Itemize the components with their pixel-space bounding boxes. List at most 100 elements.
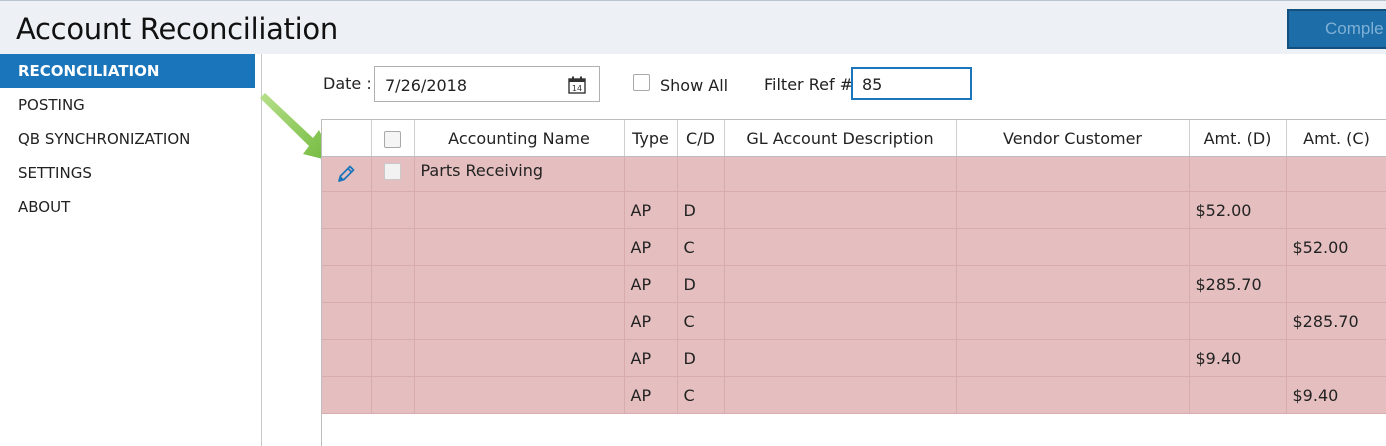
cd-cell: C [677, 302, 725, 340]
edit-cell [322, 376, 372, 414]
row-select-cell [371, 339, 415, 377]
column-header-gl-account-description[interactable]: GL Account Description [724, 120, 957, 157]
amt-c-cell [1286, 339, 1386, 377]
row-select-cell [371, 265, 415, 303]
accounting-name-cell [414, 302, 625, 340]
amt-d-cell: $285.70 [1189, 265, 1287, 303]
vendor-customer-cell [956, 376, 1190, 414]
vendor-customer-cell [956, 228, 1190, 266]
column-header-vendor-customer[interactable]: Vendor Customer [956, 120, 1190, 157]
row-select-cell [371, 156, 415, 192]
reconciliation-table: Accounting Name Type C/D GL Account Desc… [322, 120, 1386, 414]
accounting-name-cell [414, 228, 625, 266]
cd-cell: C [677, 228, 725, 266]
edit-cell [322, 302, 372, 340]
date-picker[interactable]: 7/26/2018 14 [374, 66, 600, 102]
show-all-checkbox[interactable] [633, 74, 650, 91]
column-header-amt-c[interactable]: Amt. (C) [1286, 120, 1386, 157]
table-row[interactable]: AP C $9.40 [322, 376, 1386, 414]
column-header-accounting-name[interactable]: Accounting Name [414, 120, 625, 157]
amt-d-cell [1189, 156, 1287, 192]
amt-c-cell [1286, 156, 1386, 192]
amt-c-cell: $285.70 [1286, 302, 1386, 340]
sidebar: RECONCILIATION POSTING QB SYNCHRONIZATIO… [0, 54, 262, 446]
edit-cell [322, 191, 372, 229]
reconciliation-grid: Accounting Name Type C/D GL Account Desc… [321, 119, 1386, 446]
table-row[interactable]: AP D $52.00 [322, 191, 1386, 229]
edit-column-header [322, 120, 372, 157]
row-select-cell [371, 302, 415, 340]
select-column-header [371, 120, 415, 157]
cd-cell: C [677, 376, 725, 414]
date-value: 7/26/2018 [385, 76, 468, 95]
amt-c-cell [1286, 191, 1386, 229]
gl-account-description-cell [724, 376, 957, 414]
table-group-row[interactable]: Parts Receiving [322, 156, 1386, 192]
gl-account-description-cell [724, 302, 957, 340]
sidebar-item-reconciliation[interactable]: RECONCILIATION [0, 54, 255, 88]
type-cell: AP [624, 339, 678, 377]
sidebar-item-about[interactable]: ABOUT [0, 190, 255, 224]
gl-account-description-cell [724, 265, 957, 303]
table-row[interactable]: AP D $9.40 [322, 339, 1386, 377]
accounting-name-cell [414, 339, 625, 377]
edit-cell [322, 339, 372, 377]
vendor-customer-cell [956, 191, 1190, 229]
cd-cell: D [677, 265, 725, 303]
select-all-checkbox[interactable] [384, 130, 401, 148]
type-cell: AP [624, 191, 678, 229]
cd-cell [677, 156, 725, 192]
amt-c-cell [1286, 265, 1386, 303]
sidebar-item-settings[interactable]: SETTINGS [0, 156, 255, 190]
row-checkbox[interactable] [384, 163, 401, 180]
type-cell: AP [624, 376, 678, 414]
gl-account-description-cell [724, 191, 957, 229]
amt-c-cell: $9.40 [1286, 376, 1386, 414]
accounting-name-cell [414, 191, 625, 229]
amt-d-cell [1189, 302, 1287, 340]
vendor-customer-cell [956, 265, 1190, 303]
vendor-customer-cell [956, 339, 1190, 377]
filter-ref-input[interactable]: 85 [851, 67, 972, 100]
amt-d-cell [1189, 228, 1287, 266]
vendor-customer-cell [956, 156, 1190, 192]
show-all-label: Show All [660, 76, 729, 95]
table-header-row: Accounting Name Type C/D GL Account Desc… [322, 120, 1386, 157]
amt-c-cell: $52.00 [1286, 228, 1386, 266]
column-header-amt-d[interactable]: Amt. (D) [1189, 120, 1287, 157]
amt-d-cell: $9.40 [1189, 339, 1287, 377]
page-title: Account Reconciliation [16, 12, 338, 46]
column-header-type[interactable]: Type [624, 120, 678, 157]
pencil-icon[interactable] [335, 163, 357, 185]
svg-text:14: 14 [572, 84, 582, 93]
gl-account-description-cell [724, 228, 957, 266]
type-cell: AP [624, 228, 678, 266]
accounting-name-cell [414, 265, 625, 303]
calendar-icon[interactable]: 14 [567, 75, 587, 95]
edit-cell [322, 156, 372, 192]
table-row[interactable]: AP C $285.70 [322, 302, 1386, 340]
edit-cell [322, 265, 372, 303]
filter-ref-label: Filter Ref # [764, 75, 854, 94]
table-row[interactable]: AP D $285.70 [322, 265, 1386, 303]
gl-account-description-cell [724, 339, 957, 377]
row-select-cell [371, 376, 415, 414]
type-cell: AP [624, 265, 678, 303]
complete-button[interactable]: Comple [1287, 9, 1386, 49]
cd-cell: D [677, 191, 725, 229]
accounting-name-cell [414, 376, 625, 414]
type-cell: AP [624, 302, 678, 340]
table-row[interactable]: AP C $52.00 [322, 228, 1386, 266]
edit-cell [322, 228, 372, 266]
row-select-cell [371, 228, 415, 266]
cd-cell: D [677, 339, 725, 377]
column-header-cd[interactable]: C/D [677, 120, 725, 157]
row-select-cell [371, 191, 415, 229]
amt-d-cell [1189, 376, 1287, 414]
sidebar-item-posting[interactable]: POSTING [0, 88, 255, 122]
amt-d-cell: $52.00 [1189, 191, 1287, 229]
type-cell [624, 156, 678, 192]
sidebar-item-qb-synchronization[interactable]: QB SYNCHRONIZATION [0, 122, 255, 156]
vendor-customer-cell [956, 302, 1190, 340]
gl-account-description-cell [724, 156, 957, 192]
